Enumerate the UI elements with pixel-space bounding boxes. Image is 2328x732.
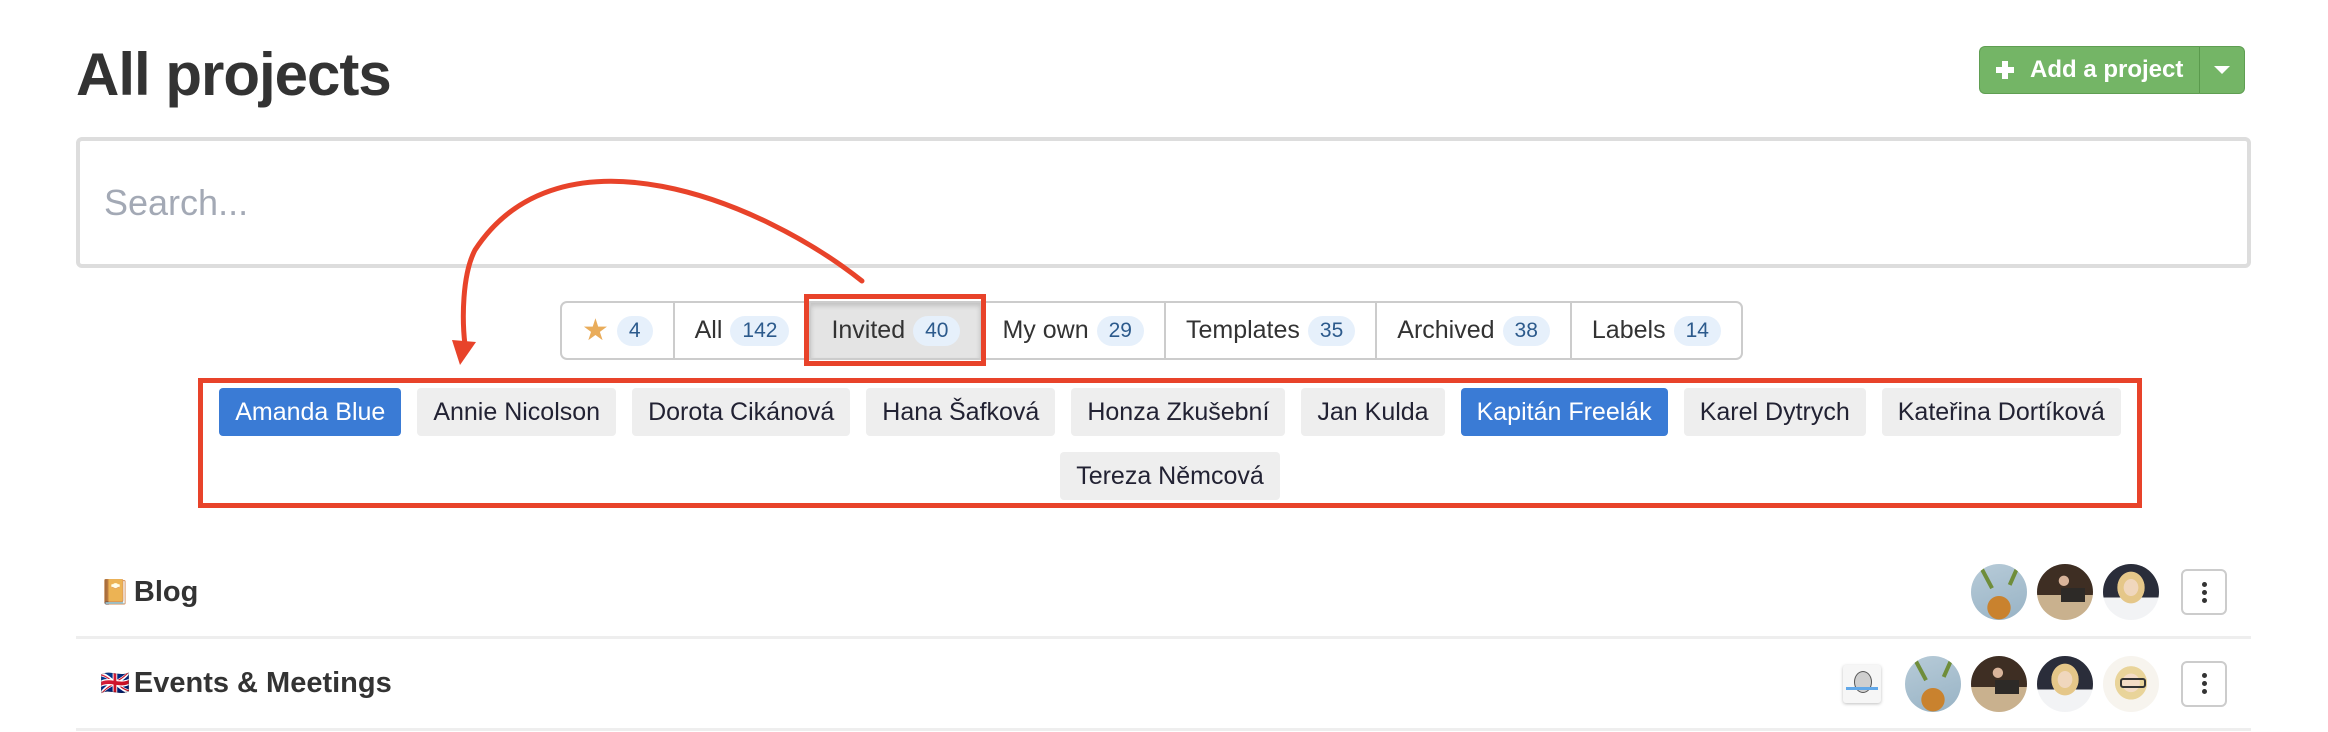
tab-count-badge: 29 [1096, 315, 1144, 346]
person-chip-karel-dytrych[interactable]: Karel Dytrych [1683, 388, 1866, 436]
tab-archived[interactable]: Archived 38 [1377, 303, 1572, 358]
kebab-dot [2201, 597, 2207, 603]
star-icon: ★ [582, 313, 609, 347]
tab-count-badge: 142 [730, 315, 790, 346]
tab-count-badge: 38 [1502, 315, 1550, 346]
add-project-label: Add a project [2030, 56, 2184, 83]
tab-label: My own [1002, 316, 1089, 344]
avatar[interactable] [1905, 655, 1961, 712]
avatar[interactable] [1843, 664, 1881, 703]
avatar[interactable] [2103, 564, 2159, 620]
avatar[interactable] [2037, 655, 2093, 712]
project-name: Events & Meetings [133, 667, 392, 699]
kebab-menu-icon [2201, 581, 2207, 587]
project-actions [1843, 655, 2227, 712]
person-chip-annie-nicolson[interactable]: Annie Nicolson [417, 388, 617, 436]
person-chip-dorota-cikanova[interactable]: Dorota Cikánová [632, 388, 851, 436]
project-title[interactable]: 📔 Blog [100, 576, 198, 609]
tab-count-badge: 14 [1673, 315, 1721, 346]
plus-icon [1996, 61, 2014, 79]
avatar[interactable] [2103, 655, 2159, 712]
kebab-dot [2201, 681, 2207, 686]
kebab-dot [2201, 689, 2207, 694]
tab-count-badge: 40 [913, 315, 961, 346]
add-project-dropdown-button[interactable] [2199, 46, 2246, 94]
member-avatars [1971, 564, 2159, 620]
project-row[interactable]: 🇬🇧 Events & Meetings [76, 639, 2251, 731]
project-list: 📔 Blog 🇬🇧 Events & Meetings [76, 548, 2251, 731]
kebab-dot [2201, 589, 2207, 595]
person-chip-honza-zkusebni[interactable]: Honza Zkušební [1071, 388, 1286, 436]
tab-favorites[interactable]: ★ 4 [562, 303, 675, 358]
project-more-button[interactable] [2181, 660, 2227, 707]
person-chip-kapitan-freelak[interactable]: Kapitán Freelák [1460, 388, 1668, 436]
notebook-icon: 📔 [100, 578, 130, 606]
project-name: Blog [133, 575, 199, 608]
person-chip-katerina-dortikova[interactable]: Kateřina Dortíková [1881, 388, 2121, 436]
avatar[interactable] [1971, 564, 2027, 620]
add-project-button[interactable]: Add a project [1979, 46, 2200, 94]
project-row[interactable]: 📔 Blog [76, 548, 2251, 639]
tab-label: Labels [1591, 316, 1666, 344]
person-chip-jan-kulda[interactable]: Jan Kulda [1301, 388, 1445, 436]
caret-down-icon [2214, 66, 2231, 74]
avatar[interactable] [1971, 655, 2027, 712]
tab-label: Templates [1185, 316, 1300, 344]
annotation-arrowhead [452, 340, 476, 365]
page-title: All projects [76, 41, 392, 108]
person-chip-tereza-nemcova[interactable]: Tereza Němcová [1060, 452, 1280, 500]
project-actions [1971, 564, 2227, 620]
tab-templates[interactable]: Templates 35 [1166, 303, 1378, 358]
tab-all[interactable]: All 142 [675, 303, 812, 358]
avatar[interactable] [2037, 564, 2093, 620]
tab-count-badge: 35 [1307, 315, 1356, 346]
search-input[interactable] [104, 141, 2247, 264]
kebab-menu-icon [2201, 673, 2207, 678]
tab-label: All [694, 316, 723, 344]
member-avatars [1843, 655, 2159, 712]
person-chip-amanda-blue[interactable]: Amanda Blue [219, 388, 402, 436]
project-more-button[interactable] [2181, 569, 2227, 615]
uk-flag-icon: 🇬🇧 [100, 670, 130, 697]
tab-label: Archived [1397, 316, 1495, 344]
tab-my-own[interactable]: My own 29 [982, 303, 1166, 358]
add-project-button-group: Add a project [1979, 46, 2246, 94]
filter-tabs: ★ 4 All 142 Invited 40 My own 29 Templat… [560, 301, 1743, 360]
project-title[interactable]: 🇬🇧 Events & Meetings [100, 667, 392, 700]
tab-labels[interactable]: Labels 14 [1572, 303, 1741, 358]
tab-count-badge: 4 [616, 315, 653, 346]
people-filter: Amanda Blue Annie Nicolson Dorota Cikáno… [213, 388, 2127, 500]
search-box [76, 137, 2251, 268]
tab-label: Invited [831, 316, 906, 344]
tab-invited[interactable]: Invited 40 [811, 303, 983, 358]
person-chip-hana-safkova[interactable]: Hana Šafková [866, 388, 1056, 436]
